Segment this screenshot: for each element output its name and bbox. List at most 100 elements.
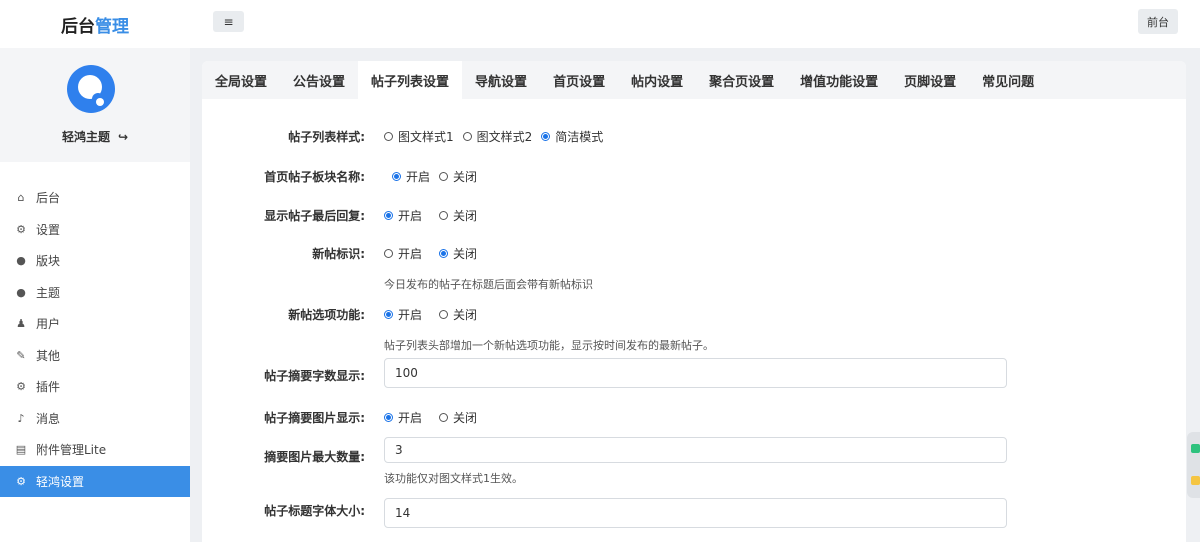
tab-faq[interactable]: 常见问题 bbox=[969, 61, 1047, 99]
avatar[interactable] bbox=[67, 65, 115, 113]
sidebar-item-threads[interactable]: ● 主题 bbox=[0, 277, 190, 309]
radio-option[interactable]: 关闭 bbox=[439, 409, 477, 426]
tab-premium-features[interactable]: 增值功能设置 bbox=[787, 61, 891, 99]
gear-icon: ⚙ bbox=[16, 222, 26, 236]
field-label: 显示帖子最后回复: bbox=[264, 209, 365, 223]
field-label: 新帖标识: bbox=[312, 247, 365, 261]
field-hint: 该功能仅对图文样式1生效。 bbox=[384, 472, 523, 485]
sidebar-item-other[interactable]: ✎ 其他 bbox=[0, 340, 190, 372]
field-label: 帖子摘要图片显示: bbox=[264, 411, 365, 425]
radio-option[interactable]: 简洁模式 bbox=[541, 128, 603, 145]
sidebar-item-forums[interactable]: ● 版块 bbox=[0, 245, 190, 277]
sidebar-item-messages[interactable]: ♪ 消息 bbox=[0, 403, 190, 435]
summary-length-input[interactable]: 100 bbox=[384, 358, 1007, 388]
radio-label: 简洁模式 bbox=[555, 130, 604, 144]
radio-label: 关闭 bbox=[453, 247, 478, 261]
brand-accent-text: 管理 bbox=[95, 16, 129, 37]
radio-option[interactable]: 开启 bbox=[384, 306, 422, 323]
gear-icon: ⚙ bbox=[16, 474, 26, 488]
sidebar-item-plugins[interactable]: ⚙ 插件 bbox=[0, 371, 190, 403]
radio-option[interactable]: 关闭 bbox=[439, 245, 477, 262]
sidebar-item-label: 其他 bbox=[36, 348, 61, 363]
tab-footer[interactable]: 页脚设置 bbox=[891, 61, 969, 99]
front-site-button[interactable]: 前台 bbox=[1138, 9, 1178, 34]
field-label: 帖子列表样式: bbox=[288, 130, 365, 144]
sidebar-item-users[interactable]: ♟ 用户 bbox=[0, 308, 190, 340]
sidebar-item-label: 后台 bbox=[36, 191, 61, 206]
tab-thread-list[interactable]: 帖子列表设置 bbox=[358, 61, 463, 99]
menu-toggle-button[interactable]: ≡ bbox=[213, 11, 244, 32]
radio-option[interactable]: 开启 bbox=[392, 168, 430, 185]
sidebar-item-label: 附件管理Lite bbox=[36, 443, 107, 458]
sidebar-item-label: 主题 bbox=[36, 285, 61, 300]
tab-homepage[interactable]: 首页设置 bbox=[540, 61, 618, 99]
user-name: 轻鸿主题 bbox=[61, 130, 110, 144]
title-font-size-input[interactable]: 14 bbox=[384, 498, 1007, 528]
radio-label: 开启 bbox=[398, 308, 423, 322]
radio-option[interactable]: 开启 bbox=[384, 245, 422, 262]
shield-icon bbox=[1191, 444, 1200, 453]
radio-label: 关闭 bbox=[453, 170, 478, 184]
file-icon: ▤ bbox=[15, 443, 27, 457]
radio-label: 关闭 bbox=[453, 308, 478, 322]
radio-option[interactable]: 开启 bbox=[384, 409, 422, 426]
sidebar-item-label: 插件 bbox=[36, 380, 61, 395]
brand-logo[interactable]: 后台 管理 bbox=[0, 0, 190, 48]
sidebar-item-dashboard[interactable]: ⌂ 后台 bbox=[0, 182, 190, 214]
radio-label: 关闭 bbox=[453, 209, 478, 223]
field-hint: 今日发布的帖子在标题后面会带有新帖标识 bbox=[384, 278, 593, 291]
tab-navigation[interactable]: 导航设置 bbox=[462, 61, 540, 99]
user-profile: 轻鸿主题 ↪ bbox=[0, 48, 190, 162]
radio-label: 关闭 bbox=[453, 411, 478, 425]
sidebar-item-label: 轻鸿设置 bbox=[36, 474, 85, 489]
sidebar-item-label: 用户 bbox=[36, 317, 61, 332]
field-label: 新帖选项功能: bbox=[288, 308, 365, 322]
settings-tabs: 全局设置 公告设置 帖子列表设置 导航设置 首页设置 帖内设置 聚合页设置 增值… bbox=[202, 61, 1186, 99]
settings-panel: 全局设置 公告设置 帖子列表设置 导航设置 首页设置 帖内设置 聚合页设置 增值… bbox=[202, 61, 1186, 542]
sidebar-item-attachments[interactable]: ▤ 附件管理Lite bbox=[0, 434, 190, 466]
cogs-icon: ⚙ bbox=[16, 380, 26, 394]
new-post-mark-radio-group: 开启 关闭 bbox=[384, 245, 486, 262]
radio-option[interactable]: 开启 bbox=[384, 207, 422, 224]
profile-name-row: 轻鸿主题 ↪ bbox=[0, 128, 190, 145]
new-post-tab-radio-group: 开启 关闭 bbox=[384, 306, 486, 323]
radio-label: 开启 bbox=[398, 247, 423, 261]
hamburger-icon: ≡ bbox=[223, 14, 234, 29]
summary-image-max-input[interactable]: 3 bbox=[384, 437, 1007, 463]
radio-option[interactable]: 图文样式1 bbox=[384, 128, 454, 145]
home-icon: ⌂ bbox=[17, 191, 25, 205]
radio-option[interactable]: 关闭 bbox=[439, 207, 477, 224]
radio-option[interactable]: 关闭 bbox=[439, 168, 477, 185]
summary-image-radio-group: 开启 关闭 bbox=[384, 409, 486, 426]
tab-thread-detail[interactable]: 帖内设置 bbox=[618, 61, 696, 99]
user-icon: ♟ bbox=[16, 317, 26, 331]
sidebar-item-settings[interactable]: ⚙ 设置 bbox=[0, 214, 190, 246]
field-label: 帖子标题字体大小: bbox=[264, 504, 365, 518]
tab-global[interactable]: 全局设置 bbox=[202, 61, 280, 99]
logout-icon[interactable]: ↪ bbox=[118, 130, 128, 144]
top-bar: 后台 管理 ≡ 前台 bbox=[0, 0, 1200, 48]
radio-option[interactable]: 关闭 bbox=[439, 306, 477, 323]
field-label: 摘要图片最大数量: bbox=[264, 450, 365, 464]
field-label: 首页帖子板块名称: bbox=[264, 170, 365, 184]
tab-aggregate-page[interactable]: 聚合页设置 bbox=[696, 61, 787, 99]
radio-label: 开启 bbox=[398, 209, 423, 223]
tab-announcement[interactable]: 公告设置 bbox=[280, 61, 358, 99]
sidebar-item-label: 版块 bbox=[36, 254, 61, 269]
wrench-icon: ✎ bbox=[16, 348, 26, 362]
field-hint: 帖子列表头部增加一个新帖选项功能，显示按时间发布的最新帖子。 bbox=[384, 339, 714, 352]
radio-label: 开启 bbox=[406, 170, 431, 184]
sidebar: 轻鸿主题 ↪ ⌂ 后台 ⚙ 设置 ● 版块 ● 主题 ♟ 用户 ✎ 其他 ⚙ 插件 ♪ 消息 ▤ 附… bbox=[0, 48, 190, 542]
radio-label: 开启 bbox=[398, 411, 423, 425]
floating-tool-widget[interactable] bbox=[1187, 432, 1200, 498]
list-style-radio-group: 图文样式1 图文样式2 简洁模式 bbox=[384, 128, 612, 145]
show-last-reply-radio-group: 开启 关闭 bbox=[384, 207, 486, 224]
bell-icon: ♪ bbox=[17, 411, 25, 425]
radio-option[interactable]: 图文样式2 bbox=[462, 128, 533, 145]
sidebar-item-label: 消息 bbox=[36, 411, 61, 426]
sidebar-item-theme-settings[interactable]: ⚙ 轻鸿设置 bbox=[0, 465, 190, 497]
brand-main-text: 后台 bbox=[61, 16, 95, 37]
comment-icon: ● bbox=[16, 285, 26, 299]
radio-label: 图文样式2 bbox=[476, 130, 533, 144]
comment-icon: ● bbox=[16, 254, 26, 268]
